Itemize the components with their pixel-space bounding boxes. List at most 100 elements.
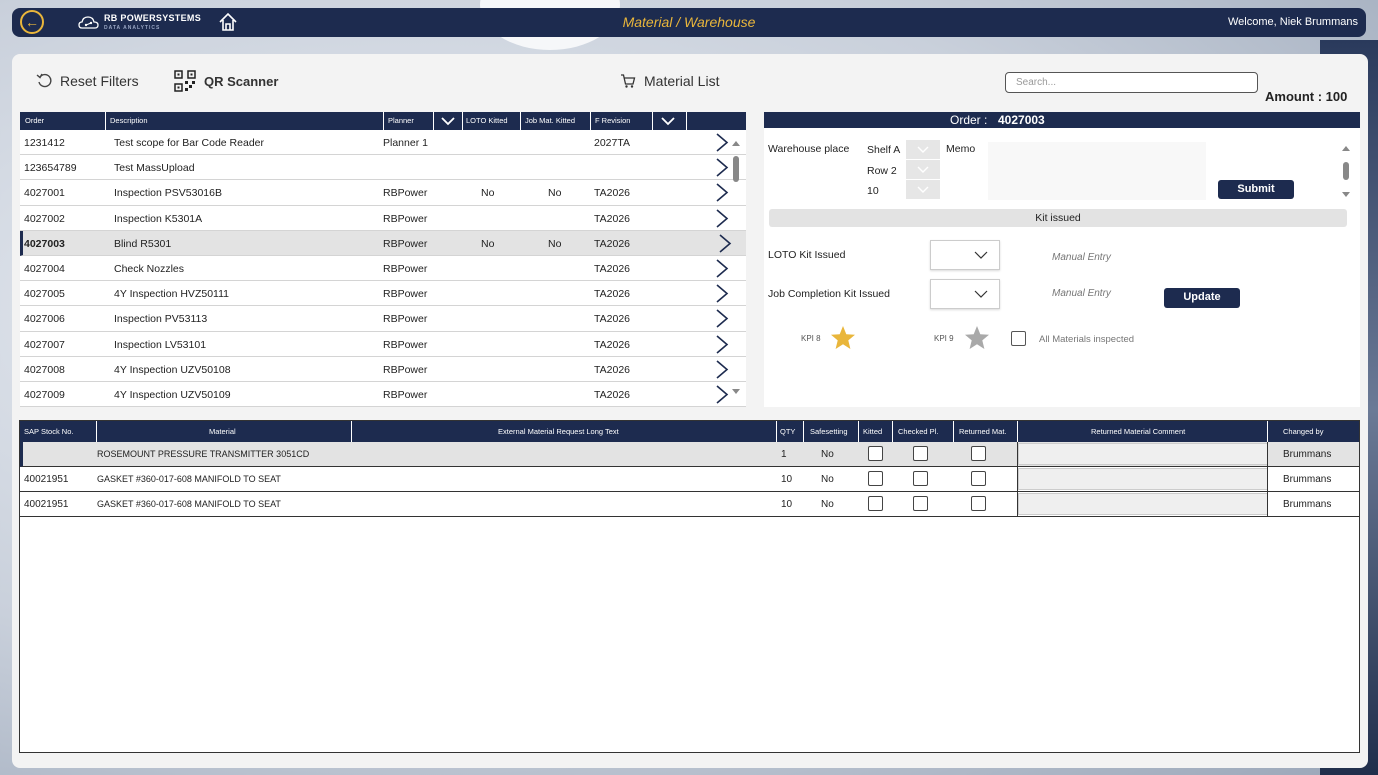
column-header[interactable]: Safesetting: [810, 427, 848, 436]
chevron-right-icon[interactable]: [714, 132, 730, 153]
level-dropdown[interactable]: [906, 180, 940, 199]
chevron-down-icon: [974, 290, 988, 298]
order-cell-description: Inspection PV53113: [114, 313, 208, 326]
shelf-dropdown[interactable]: [906, 140, 940, 159]
chevron-right-icon[interactable]: [714, 334, 730, 355]
column-header[interactable]: Kitted: [863, 427, 882, 436]
column-header[interactable]: QTY: [780, 427, 795, 436]
qr-scanner-button[interactable]: QR Scanner: [174, 70, 278, 92]
chevron-right-icon[interactable]: [714, 208, 730, 229]
cart-icon: [621, 74, 636, 88]
order-cell-planner: RBPower: [383, 313, 428, 326]
page-title: Material / Warehouse: [622, 14, 756, 30]
order-cell-planner: RBPower: [383, 288, 428, 301]
chevron-right-icon[interactable]: [714, 359, 730, 380]
returned-material-comment-field[interactable]: [1018, 493, 1268, 515]
column-header[interactable]: Returned Material Comment: [1091, 427, 1185, 436]
chevron-right-icon[interactable]: [714, 308, 730, 329]
kitted-checkbox[interactable]: [868, 496, 883, 511]
orders-scrollbar[interactable]: [731, 140, 741, 402]
chevron-right-icon[interactable]: [714, 283, 730, 304]
all-materials-inspected-checkbox[interactable]: [1011, 331, 1026, 346]
reset-filters-button[interactable]: Reset Filters: [36, 73, 139, 89]
shelf-value: Shelf A: [867, 144, 901, 156]
order-cell-loto: No: [481, 187, 495, 200]
qr-scanner-label: QR Scanner: [204, 73, 279, 89]
material-cell-changed: Brummans: [1283, 474, 1332, 485]
column-header[interactable]: External Material Request Long Text: [498, 427, 619, 436]
order-cell-order: 4027007: [24, 338, 65, 351]
order-row[interactable]: 4027006 Inspection PV53113 RBPower TA2026: [20, 306, 746, 332]
job-completion-kit-dropdown[interactable]: [930, 279, 1000, 309]
order-row[interactable]: 4027007 Inspection LV53101 RBPower TA2026: [20, 332, 746, 357]
material-cell-safe: No: [821, 499, 834, 510]
column-header[interactable]: Returned Mat.: [959, 427, 1007, 436]
star-icon: [831, 326, 855, 349]
column-header[interactable]: F Revision: [595, 116, 630, 125]
kitted-checkbox[interactable]: [868, 471, 883, 486]
order-row[interactable]: 1231412 Test scope for Bar Code Reader Pla…: [20, 130, 746, 156]
amount-label: Amount :: [1265, 89, 1323, 104]
order-cell-order: 4027006: [24, 313, 65, 326]
order-row[interactable]: 4027004 Check Nozzles RBPower TA2026: [20, 256, 746, 282]
order-row[interactable]: 4027005 4Y Inspection HVZ50111 RBPower TA20…: [20, 281, 746, 307]
search-input[interactable]: Search...: [1005, 72, 1258, 93]
order-cell-description: Inspection LV53101: [114, 338, 207, 351]
returned-material-comment-field[interactable]: [1018, 468, 1268, 490]
chevron-down-icon: [974, 251, 988, 259]
loto-kit-issued-dropdown[interactable]: [930, 240, 1000, 270]
kpi9-label: KPI 9: [934, 334, 954, 343]
order-row[interactable]: 4027003 Blind R5301 RBPower No No TA2026: [20, 230, 746, 256]
chevron-right-icon[interactable]: [714, 157, 730, 178]
column-header[interactable]: Material: [209, 427, 236, 436]
update-button[interactable]: Update: [1164, 288, 1240, 308]
column-header[interactable]: Checked Pl.: [898, 427, 938, 436]
order-row[interactable]: 4027008 4Y Inspection UZV50108 RBPower TA20…: [20, 357, 746, 382]
memo-scrollbar[interactable]: [1340, 142, 1352, 200]
returned-mat-checkbox[interactable]: [971, 471, 986, 486]
material-row[interactable]: 40021951 GASKET #360-017-608 MANIFOLD TO …: [20, 467, 1359, 492]
order-cell-order: 4027002: [24, 212, 65, 225]
material-row[interactable]: ROSEMOUNT PRESSURE TRANSMITTER 3051CD 1 No…: [20, 442, 1359, 467]
order-row[interactable]: 4027009 4Y Inspection UZV50109 RBPower TA20…: [20, 382, 746, 407]
chevron-down-icon[interactable]: [658, 114, 678, 128]
column-header[interactable]: LOTO Kitted: [466, 116, 508, 125]
submit-button[interactable]: Submit: [1218, 180, 1294, 199]
job-completion-kit-label: Job Completion Kit Issued: [768, 288, 890, 300]
checked-pl-checkbox[interactable]: [913, 496, 928, 511]
material-cell-qty: 10: [781, 499, 793, 510]
chevron-right-icon[interactable]: [714, 182, 730, 203]
checked-pl-checkbox[interactable]: [913, 446, 928, 461]
material-cell-material: GASKET #360-017-608 MANIFOLD TO SEAT: [97, 474, 281, 484]
returned-mat-checkbox[interactable]: [971, 446, 986, 461]
chevron-down-icon[interactable]: [438, 114, 458, 128]
returned-mat-checkbox[interactable]: [971, 496, 986, 511]
column-header[interactable]: SAP Stock No.: [24, 427, 73, 436]
reset-filters-label: Reset Filters: [60, 73, 139, 89]
order-cell-order: 4027009: [24, 388, 65, 401]
kitted-checkbox[interactable]: [868, 446, 883, 461]
order-cell-description: 4Y Inspection UZV50109: [114, 388, 231, 401]
column-header[interactable]: Order: [25, 116, 44, 125]
qr-code-icon: [174, 70, 196, 92]
memo-field[interactable]: [988, 142, 1206, 200]
material-list-button[interactable]: Material List: [620, 73, 719, 89]
column-header[interactable]: Job Mat. Kitted: [525, 116, 575, 125]
returned-material-comment-field[interactable]: [1018, 443, 1268, 465]
checked-pl-checkbox[interactable]: [913, 471, 928, 486]
order-cell-order: 4027005: [24, 288, 65, 301]
warehouse-place-label: Warehouse place: [768, 143, 850, 155]
order-row[interactable]: 4027001 Inspection PSV53016B RBPower No No TA…: [20, 180, 746, 206]
material-row[interactable]: 40021951 GASKET #360-017-608 MANIFOLD TO …: [20, 492, 1359, 517]
chevron-right-icon[interactable]: [714, 258, 730, 279]
column-header[interactable]: Description: [110, 116, 148, 125]
chevron-right-icon[interactable]: [714, 384, 730, 405]
order-cell-planner: RBPower: [383, 363, 428, 376]
order-row[interactable]: 4027002 Inspection K5301A RBPower TA2026: [20, 206, 746, 231]
column-header[interactable]: Changed by: [1283, 427, 1323, 436]
row-dropdown[interactable]: [906, 160, 940, 179]
column-header[interactable]: Planner: [388, 116, 414, 125]
order-cell-rev: TA2026: [594, 338, 630, 351]
order-row[interactable]: 123654789 Test MassUpload: [20, 155, 746, 181]
materials-table-header: SAP Stock No. Material External Material…: [20, 421, 1359, 442]
